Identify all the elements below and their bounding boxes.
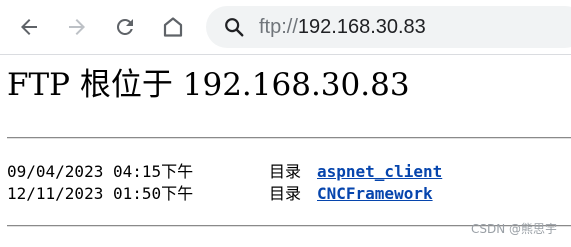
entry-type: 目录	[269, 184, 302, 203]
address-url[interactable]: ftp://192.168.30.83	[259, 15, 426, 39]
reload-icon	[113, 15, 137, 39]
entry-type: 目录	[269, 162, 302, 181]
watermark: CSDN @熊思宇	[470, 222, 557, 236]
entry-link[interactable]: aspnet_client	[317, 161, 442, 183]
url-host: 192.168.30.83	[297, 16, 426, 38]
browser-toolbar: ftp://192.168.30.83	[0, 0, 571, 55]
arrow-left-icon	[17, 15, 41, 39]
forward-button[interactable]	[61, 11, 93, 43]
home-button[interactable]	[157, 11, 189, 43]
address-bar[interactable]: ftp://192.168.30.83	[206, 6, 571, 48]
entry-link[interactable]: CNCFramework	[317, 183, 433, 205]
arrow-right-icon	[65, 15, 89, 39]
back-button[interactable]	[13, 11, 45, 43]
url-scheme: ftp://	[259, 16, 298, 38]
search-icon	[223, 16, 245, 42]
entry-datetime: 12/11/2023 01:50下午	[7, 184, 194, 203]
entry-datetime: 09/04/2023 04:15下午	[7, 162, 194, 181]
page-title: FTP 根位于 192.168.30.83	[7, 67, 410, 103]
reload-button[interactable]	[109, 11, 141, 43]
divider-top	[7, 137, 571, 139]
home-icon	[161, 15, 185, 39]
